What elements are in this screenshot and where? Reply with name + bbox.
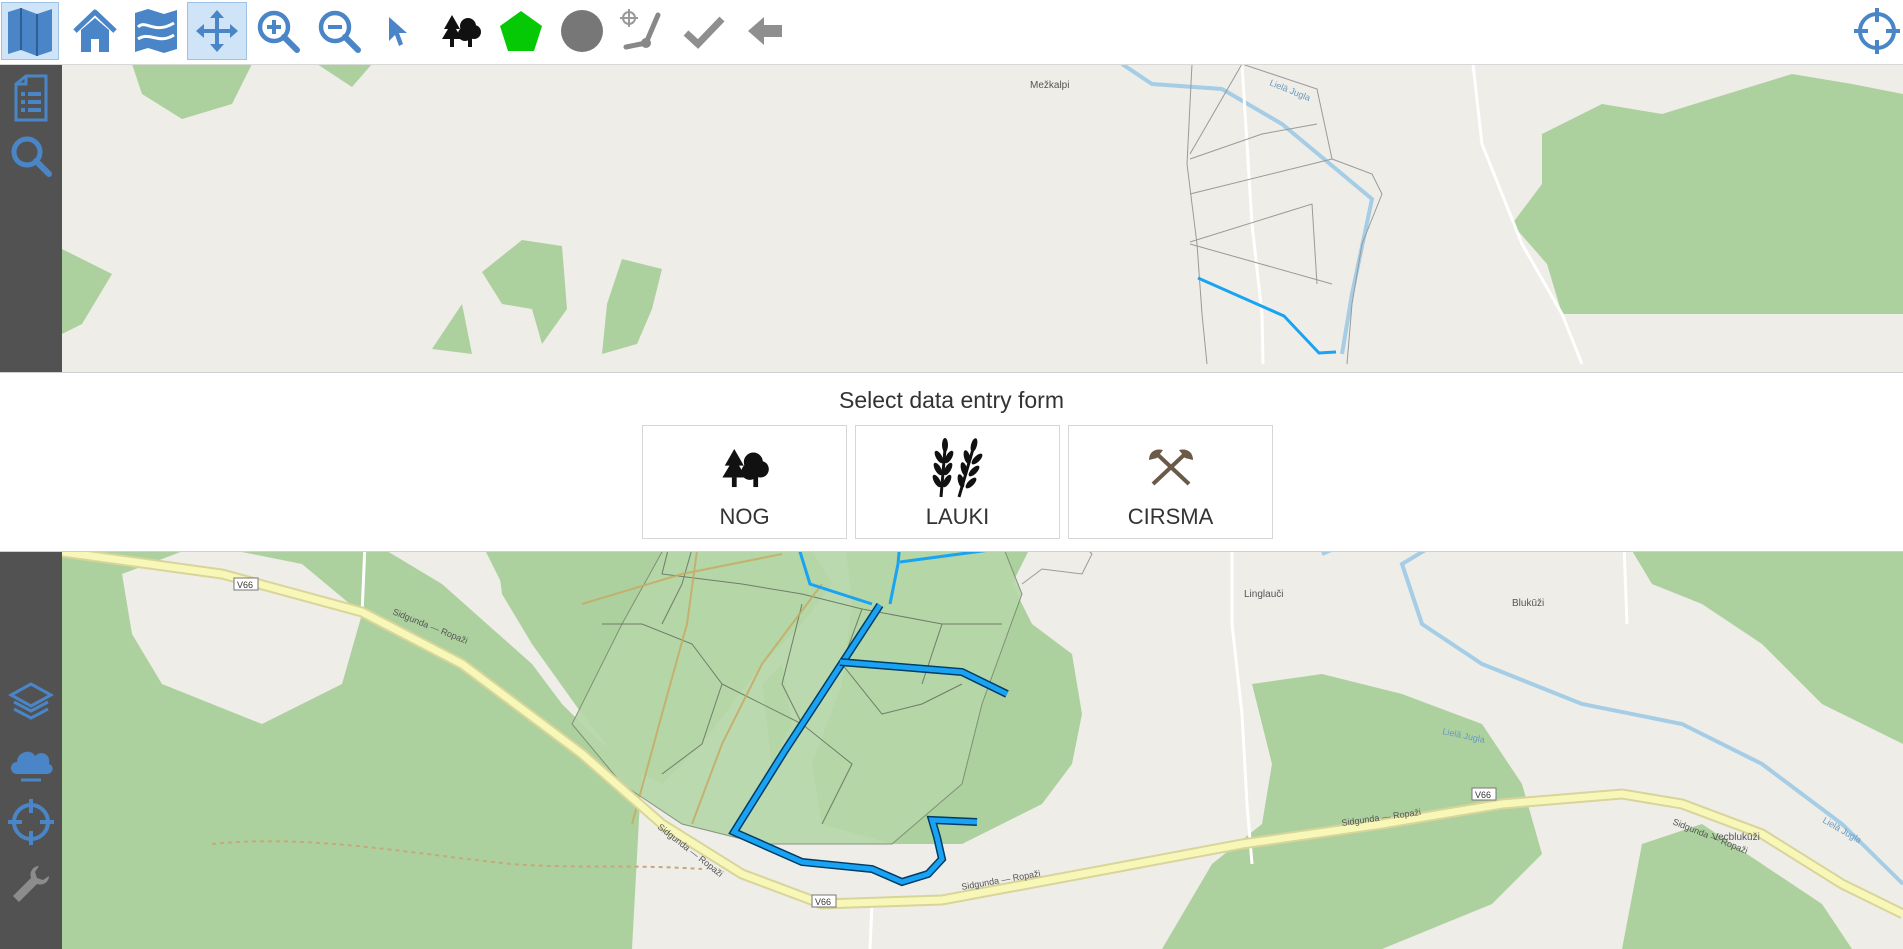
- form-option-cirsma[interactable]: CIRSMA: [1068, 425, 1273, 539]
- zoom-in-button[interactable]: [249, 2, 307, 60]
- form-option-label: LAUKI: [925, 504, 990, 529]
- document-list-icon: [14, 74, 48, 122]
- river-label: Lielā Jugla: [1268, 78, 1312, 103]
- circle-button[interactable]: [553, 2, 611, 60]
- locate-button[interactable]: [1852, 2, 1902, 60]
- forest-area: [482, 240, 567, 344]
- forest-area: [62, 249, 112, 334]
- home-icon: [73, 9, 117, 52]
- forest-area: [602, 259, 662, 354]
- place-label: Linglauči: [1244, 589, 1283, 600]
- top-toolbar: [0, 0, 1903, 65]
- trees-icon: [721, 448, 769, 488]
- location-crosshair-icon: [8, 799, 54, 845]
- zoom-out-icon: [318, 10, 361, 53]
- zoom-out-button[interactable]: [310, 2, 368, 60]
- river-label: Lielā Jugla: [1821, 815, 1863, 845]
- forest-area: [432, 304, 472, 354]
- draw-circle-icon: [561, 10, 603, 52]
- pan-button[interactable]: [187, 2, 247, 60]
- home-button[interactable]: [66, 2, 124, 60]
- back-arrow-icon: [748, 17, 782, 45]
- cloud-button[interactable]: [0, 732, 62, 792]
- data-entry-dialog: Select data entry form NOG LAUKI CIRSMA: [0, 372, 1903, 552]
- map-view-button[interactable]: [1, 2, 59, 60]
- forest-trees-icon: [442, 15, 481, 47]
- draw-polygon-icon: [500, 11, 542, 51]
- select-button[interactable]: [370, 2, 428, 60]
- road-number-label: V66: [1475, 790, 1491, 800]
- locate-crosshair-icon: [1854, 8, 1900, 54]
- gps-location-button[interactable]: [0, 792, 62, 852]
- finish-button[interactable]: [675, 2, 733, 60]
- pan-move-icon: [196, 10, 238, 52]
- forest-area: [132, 64, 252, 119]
- layers-map-button[interactable]: [127, 2, 185, 60]
- forest-area: [317, 64, 372, 87]
- form-option-label: NOG: [719, 504, 770, 529]
- select-pointer-icon: [389, 17, 407, 46]
- search-icon: [11, 136, 52, 177]
- road-number-label: V66: [237, 580, 253, 590]
- cloud-icon: [11, 751, 53, 782]
- layers-icon: [8, 682, 54, 720]
- finish-checkmark-icon: [683, 16, 725, 49]
- form-option-nog[interactable]: NOG: [642, 425, 847, 539]
- dialog-title: Select data entry form: [839, 387, 1064, 413]
- place-label: Blukūži: [1512, 598, 1544, 609]
- zoom-in-icon: [257, 10, 300, 53]
- crossed-axes-icon: [1148, 449, 1193, 486]
- forest-button[interactable]: [432, 2, 490, 60]
- draw-line-icon: [620, 9, 661, 50]
- polygon-button[interactable]: [492, 2, 550, 60]
- map-view-icon: [8, 8, 52, 56]
- document-list-button[interactable]: [0, 68, 62, 128]
- line-button[interactable]: [613, 2, 671, 60]
- form-option-lauki[interactable]: LAUKI: [855, 425, 1060, 539]
- settings-button[interactable]: [0, 854, 62, 914]
- place-label: Mežkalpi: [1030, 80, 1069, 91]
- road-number-label: V66: [815, 897, 831, 907]
- wheat-icon: [932, 438, 982, 498]
- back-button[interactable]: [736, 2, 794, 60]
- search-button[interactable]: [0, 126, 62, 186]
- layers-map-icon: [135, 9, 177, 53]
- layers-button[interactable]: [0, 672, 62, 732]
- form-option-label: CIRSMA: [1127, 504, 1214, 529]
- forest-area: [1622, 524, 1903, 744]
- wrench-icon: [13, 866, 49, 902]
- forest-area: [1512, 74, 1903, 314]
